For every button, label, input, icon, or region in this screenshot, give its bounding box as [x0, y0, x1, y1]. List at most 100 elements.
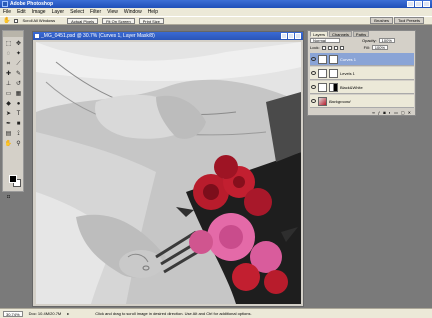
scroll-all-checkbox[interactable] — [14, 18, 19, 23]
history-brush-tool-icon[interactable]: ↺ — [14, 79, 23, 88]
notes-tool-icon[interactable]: ▤ — [4, 129, 13, 138]
tab-channels[interactable]: Channels — [329, 31, 352, 37]
new-layer-icon[interactable]: ▢ — [401, 110, 405, 115]
tool-presets-tab[interactable]: Tool Presets — [393, 17, 424, 24]
photoshop-app-icon — [2, 1, 8, 7]
menu-help[interactable]: Help — [148, 9, 158, 15]
actual-pixels-button[interactable]: Actual Pixels — [67, 17, 99, 24]
lock-transparency-icon[interactable] — [321, 45, 326, 50]
lock-position-icon[interactable] — [333, 45, 338, 50]
wedding-photo — [36, 42, 301, 304]
healing-brush-tool-icon[interactable]: ✚ — [4, 69, 13, 78]
layer-style-icon[interactable]: ƒ — [378, 110, 380, 115]
link-layers-icon[interactable]: ∞ — [372, 110, 375, 115]
tab-paths[interactable]: Paths — [352, 31, 370, 37]
opacity-field[interactable]: 100% — [378, 38, 395, 43]
lasso-tool-icon[interactable]: ◌ — [4, 49, 13, 58]
zoom-tool-icon[interactable]: ⚲ — [14, 139, 23, 148]
blend-mode-select[interactable]: Normal — [310, 38, 340, 43]
type-tool-icon[interactable]: T — [14, 109, 23, 118]
shape-tool-icon[interactable]: ■ — [14, 119, 23, 128]
menu-select[interactable]: Select — [70, 9, 84, 15]
fill-field[interactable]: 100% — [371, 45, 389, 50]
menu-bar: File Edit Image Layer Select Filter View… — [0, 8, 432, 16]
print-size-button[interactable]: Print Size — [138, 17, 164, 24]
scroll-all-label: Scroll All Windows — [22, 18, 56, 23]
tab-layers[interactable]: Layers — [310, 31, 329, 37]
adjustment-thumbnail — [318, 82, 327, 92]
opacity-label: Opacity: — [362, 38, 377, 43]
window-controls — [407, 1, 430, 7]
menu-view[interactable]: View — [107, 9, 118, 15]
eyedropper-tool-icon[interactable]: ⟟ — [14, 129, 23, 138]
doc-close-button[interactable] — [295, 33, 301, 39]
move-tool-icon[interactable]: ✥ — [14, 39, 23, 48]
document-icon — [35, 34, 39, 38]
magic-wand-tool-icon[interactable]: ✦ — [14, 49, 23, 58]
dodge-tool-icon[interactable]: ● — [14, 99, 23, 108]
trash-icon[interactable]: ✕ — [408, 110, 411, 115]
hand-tool-icon[interactable]: ✋ — [4, 139, 13, 148]
blur-tool-icon[interactable]: ◆ — [4, 99, 13, 108]
lock-label: Lock: — [310, 45, 320, 50]
crop-tool-icon[interactable]: ⌗ — [4, 59, 13, 68]
palette-well: Brushes Tool Presets — [370, 17, 424, 24]
image-canvas[interactable] — [36, 42, 301, 304]
app-title: Adobe Photoshop — [10, 1, 54, 7]
zoom-level-field[interactable]: 30.74% — [3, 310, 23, 317]
layer-mask-thumbnail[interactable] — [329, 54, 338, 64]
gradient-tool-icon[interactable]: ▦ — [14, 89, 23, 98]
minimize-button[interactable] — [407, 1, 414, 7]
document-window: _MG_0451.psd @ 30.7% (Curves 1, Layer Ma… — [32, 31, 304, 307]
toolbox: ⬚ ✥ ◌ ✦ ⌗ ⟋ ✚ ✎ ⊥ ↺ ▭ ▦ ◆ ● ➤ T ✒ ■ ▤ ⟟ … — [2, 30, 24, 200]
options-bar: ✋ Scroll All Windows Actual Pixels Fit O… — [0, 16, 432, 25]
menu-filter[interactable]: Filter — [90, 9, 101, 15]
lock-all-icon[interactable] — [339, 45, 344, 50]
visibility-eye-icon[interactable] — [311, 99, 316, 103]
menu-file[interactable]: File — [3, 9, 11, 15]
brushes-tab[interactable]: Brushes — [370, 17, 393, 24]
foreground-color-swatch[interactable] — [9, 175, 17, 183]
fit-on-screen-button[interactable]: Fit On Screen — [102, 17, 135, 24]
brush-tool-icon[interactable]: ✎ — [14, 69, 23, 78]
fill-label: Fill: — [363, 45, 370, 50]
doc-maximize-button[interactable] — [288, 33, 294, 39]
lock-pixels-icon[interactable] — [327, 45, 332, 50]
layer-row-background[interactable]: Background — [310, 95, 414, 108]
app-titlebar: Adobe Photoshop — [0, 0, 432, 8]
menu-window[interactable]: Window — [124, 9, 142, 15]
new-group-icon[interactable]: ▭ — [394, 110, 398, 115]
new-adjustment-icon[interactable]: ◐ — [389, 110, 391, 115]
layers-panel-footer: ∞ ƒ ◙ ◐ ▭ ▢ ✕ — [308, 109, 415, 115]
document-size: Doc: 10.4M/20.7M — [28, 311, 62, 316]
menu-image[interactable]: Image — [32, 9, 46, 15]
status-bar: 30.74% Doc: 10.4M/20.7M ▸ Click and drag… — [0, 308, 432, 318]
eraser-tool-icon[interactable]: ▭ — [4, 89, 13, 98]
blend-opacity-row: Normal Opacity: 100% — [308, 37, 415, 44]
adjustment-thumbnail — [318, 68, 327, 78]
visibility-eye-icon[interactable] — [311, 71, 316, 75]
visibility-eye-icon[interactable] — [311, 57, 316, 61]
menu-edit[interactable]: Edit — [17, 9, 26, 15]
layer-mask-thumbnail[interactable] — [329, 82, 338, 92]
path-selection-tool-icon[interactable]: ➤ — [4, 109, 13, 118]
add-mask-icon[interactable]: ◙ — [383, 110, 385, 115]
layer-row-levels[interactable]: Levels 1 — [310, 67, 414, 80]
slice-tool-icon[interactable]: ⟋ — [14, 59, 23, 68]
document-titlebar: _MG_0451.psd @ 30.7% (Curves 1, Layer Ma… — [33, 32, 303, 40]
toolbox-header — [3, 31, 23, 37]
quick-mask-mode-icon[interactable]: ◘ — [4, 193, 13, 202]
layer-row-black-white[interactable]: Black&White — [310, 81, 414, 94]
visibility-eye-icon[interactable] — [311, 85, 316, 89]
pen-tool-icon[interactable]: ✒ — [4, 119, 13, 128]
layer-row-curves[interactable]: Curves 1 — [310, 53, 414, 66]
layer-name: Levels 1 — [340, 70, 355, 76]
layer-mask-thumbnail[interactable] — [329, 68, 338, 78]
marquee-tool-icon[interactable]: ⬚ — [4, 39, 13, 48]
status-arrow-icon[interactable]: ▸ — [67, 311, 69, 316]
maximize-button[interactable] — [415, 1, 422, 7]
doc-minimize-button[interactable] — [281, 33, 287, 39]
menu-layer[interactable]: Layer — [52, 9, 65, 15]
clone-stamp-tool-icon[interactable]: ⊥ — [4, 79, 13, 88]
close-button[interactable] — [423, 1, 430, 7]
